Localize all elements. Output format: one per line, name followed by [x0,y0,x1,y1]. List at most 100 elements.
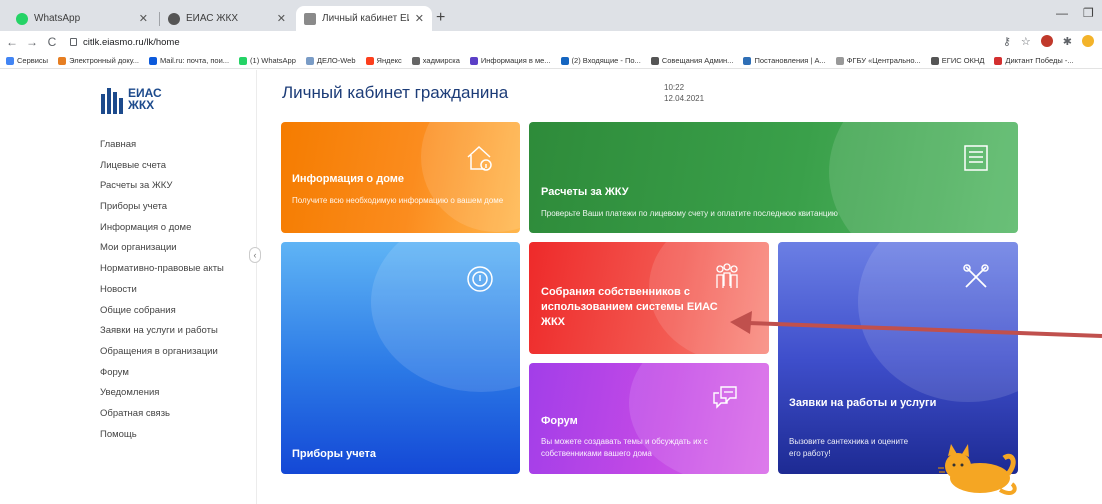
back-icon[interactable]: ← [4,35,20,49]
bookmark-icon [560,56,569,65]
lock-icon [70,38,77,46]
sidebar-item-legal-acts[interactable]: Нормативно-правовые акты [100,262,224,283]
sidebar-item-appeals[interactable]: Обращения в организации [100,345,224,366]
close-icon[interactable]: ✕ [415,12,424,25]
sidebar-item-meetings[interactable]: Общие собрания [100,304,224,325]
bookmark-label: ЕГИС ОКНД [941,56,985,65]
forward-icon[interactable]: → [24,35,40,49]
bookmark-item[interactable]: Mail.ru: почта, пои... [149,56,229,65]
bookmark-label: Совещания Админ... [661,56,734,65]
bookmark-label: ДЕЛО-Web [316,56,356,65]
tab-whatsapp[interactable]: WhatsApp ✕ [8,6,156,31]
key-icon[interactable]: ⚷ [1003,35,1011,48]
bookmark-icon [650,56,659,65]
bookmark-label: Яндекс [376,56,402,65]
bookmark-item[interactable]: Яндекс [365,56,402,65]
bookmark-label: (2) Входящие - По... [571,56,641,65]
bookmark-icon [469,56,478,65]
current-time: 10:22 [664,83,685,92]
bookmark-item[interactable]: Электронный доку... [58,56,139,65]
sidebar-item-requests[interactable]: Заявки на услуги и работы [100,324,224,345]
address-bar: ← → C citlk.eiasmo.ru/lk/home ⚷ ☆ ✱ [0,31,1102,53]
profile-avatar[interactable] [1082,35,1094,47]
bookmark-icon [149,56,158,65]
bookmark-label: (1) WhatsApp [250,56,296,65]
bookmark-item[interactable]: хадмирска [411,56,460,65]
bookmark-item[interactable]: (1) WhatsApp [239,56,296,65]
bookmark-item[interactable]: Сервисы [6,56,48,65]
bookmark-icon [411,56,420,65]
bookmark-label: Электронный доку... [69,56,140,65]
new-tab-button[interactable]: + [436,9,445,27]
card-title: Информация о доме [292,173,405,185]
eias-logo[interactable]: ЕИАС ЖКХ [101,84,162,114]
chat-bubbles-icon [713,386,737,409]
bookmark-item[interactable]: Информация в ме... [469,56,551,65]
card-description: Получите всю необходимую информацию о ва… [292,196,504,205]
tab-title: WhatsApp [34,13,81,24]
sidebar-item-help[interactable]: Помощь [100,428,224,449]
bookmark-icon [994,56,1003,65]
card-title: Собрания собственников с использованием … [541,286,718,328]
bookmark-label: Диктант Победы -... [1005,56,1074,65]
bookmark-icon [930,56,939,65]
clock: 10:22 12.04.2021 [664,82,704,104]
sidebar-item-accounts[interactable]: Лицевые счета [100,159,224,180]
card-description: Проверьте Ваши платежи по лицевому счету… [541,209,838,218]
sidebar-item-organizations[interactable]: Мои организации [100,241,224,262]
close-icon[interactable]: ✕ [277,12,286,25]
sidebar-item-house-info[interactable]: Информация о доме [100,221,224,242]
url-field[interactable]: citlk.eiasmo.ru/lk/home [70,37,180,48]
restore-icon[interactable]: ❐ [1083,6,1094,20]
card-description: Вы можете создавать темы и обсуждать их … [541,437,708,458]
tab-eias[interactable]: ЕИАС ЖКХ ✕ [160,6,294,31]
sidebar-item-feedback[interactable]: Обратная связь [100,407,224,428]
card-payments[interactable]: Расчеты за ЖКУ Проверьте Ваши платежи по… [529,122,1018,233]
card-forum[interactable]: Форум Вы можете создавать темы и обсужда… [529,363,769,474]
sidebar-item-notifications[interactable]: Уведомления [100,386,224,407]
sidebar-item-home[interactable]: Главная [100,138,224,159]
bookmarks-bar: Сервисы Электронный доку... Mail.ru: почта… [0,53,1102,69]
card-title: Приборы учета [292,448,377,460]
bookmark-icon [835,56,844,65]
bookmark-item[interactable]: Постановления | А... [743,56,826,65]
page-title: Личный кабинет гражданина [282,83,509,102]
url-text: citlk.eiasmo.ru/lk/home [83,36,180,48]
card-meetings[interactable]: Собрания собственников с использованием … [529,242,769,354]
browser-tab-strip: WhatsApp ✕ ЕИАС ЖКХ ✕ Личный кабинет ЕИА… [0,0,1102,31]
bookmark-label: хадмирска [422,56,460,65]
sidebar-item-news[interactable]: Новости [100,283,224,304]
bookmark-label: Сервисы [17,56,49,65]
bookmark-item[interactable]: ЕГИС ОКНД [930,56,985,65]
card-house-info[interactable]: Информация о доме Получите всю необходим… [281,122,520,233]
sidebar-collapse-button[interactable]: ‹ [249,247,261,263]
sidebar-item-payments[interactable]: Расчеты за ЖКУ [100,179,224,200]
house-info-icon [467,145,492,171]
bookmark-item[interactable]: ДЕЛО-Web [305,56,356,65]
whatsapp-icon [16,12,28,25]
extension-icon[interactable] [1040,35,1053,47]
bookmark-item[interactable]: (2) Входящие - По... [560,56,641,65]
bookmark-item[interactable]: Совещания Админ... [650,56,734,65]
bookmark-icon [365,56,374,65]
sidebar-item-meters[interactable]: Приборы учета [100,200,224,221]
card-meters[interactable]: Приборы учета [281,242,520,474]
bookmark-item[interactable]: ФГБУ «Центрально... [835,56,921,65]
reload-icon[interactable]: C [44,35,60,49]
sidebar-item-forum[interactable]: Форум [100,366,224,387]
close-icon[interactable]: ✕ [139,12,148,25]
puzzle-icon[interactable]: ✱ [1063,35,1072,48]
bookmark-label: Информация в ме... [480,56,551,65]
site-icon [168,12,180,25]
bookmark-label: ФГБУ «Центрально... [846,56,921,65]
site-icon [304,12,316,25]
tab-cabinet[interactable]: Личный кабинет ЕИАС ЖКХ ✕ [296,6,432,31]
bookmark-icon [58,56,67,65]
bookmark-item[interactable]: Диктант Победы -... [994,56,1074,65]
bookmark-icon [305,56,314,65]
current-date: 12.04.2021 [664,94,705,103]
card-title: Заявки на работы и услуги [789,397,937,409]
bookmark-icon [6,56,14,65]
star-icon[interactable]: ☆ [1021,35,1031,48]
minimize-icon[interactable]: — [1056,6,1068,20]
